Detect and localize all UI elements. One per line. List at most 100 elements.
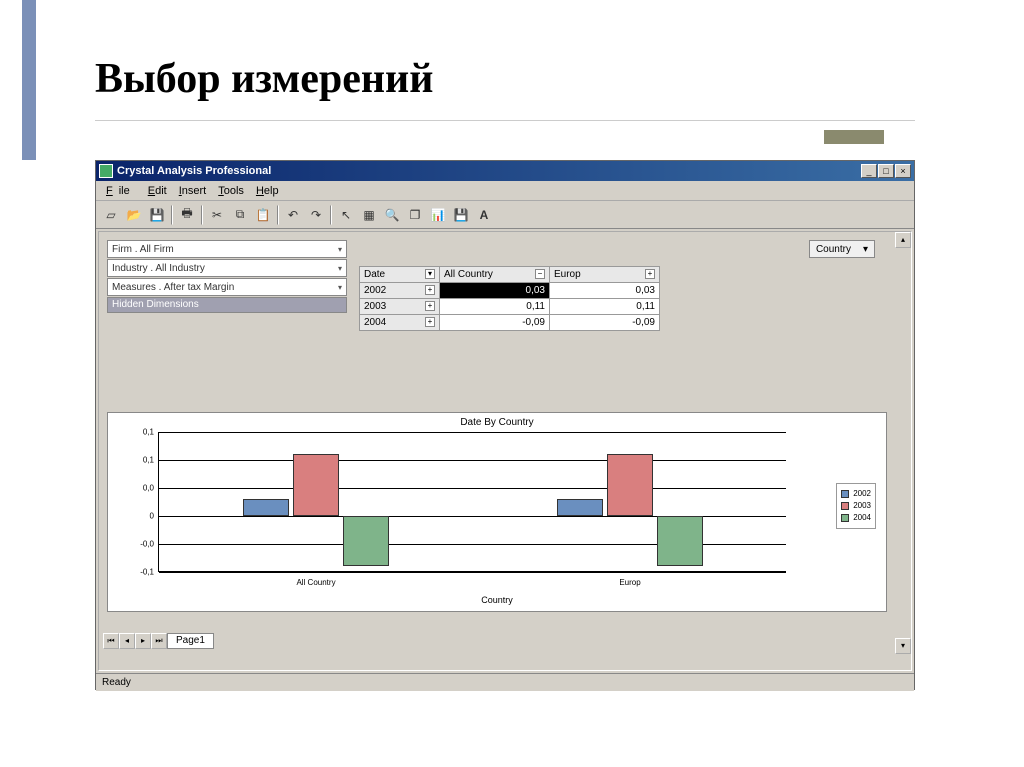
titlebar: Crystal Analysis Professional _ □ × xyxy=(96,161,914,181)
gridline xyxy=(159,432,786,433)
chart-title: Date By Country xyxy=(108,413,886,432)
open-icon[interactable]: 📂 xyxy=(123,204,145,226)
expand-icon[interactable]: + xyxy=(645,269,655,279)
next-page-button[interactable]: ▸ xyxy=(135,633,151,649)
hidden-dimensions[interactable]: Hidden Dimensions xyxy=(107,297,347,313)
menu-edit[interactable]: Edit xyxy=(142,183,173,199)
legend-label: 2004 xyxy=(853,512,871,524)
dimension-measures[interactable]: Measures . After tax Margin▾ xyxy=(107,278,347,296)
separator-icon xyxy=(277,205,279,225)
toolbar: ▱ 📂 💾 🖶 ✂ ⧉ 📋 ↶ ↷ ↖ ▦ 🔍 ❐ 📊 💾 A xyxy=(96,201,914,229)
text-icon[interactable]: A xyxy=(473,204,495,226)
chart-bar xyxy=(293,454,339,516)
close-button[interactable]: × xyxy=(895,164,911,178)
undo-icon[interactable]: ↶ xyxy=(282,204,304,226)
print-icon[interactable]: 🖶 xyxy=(176,204,198,226)
chart-bar xyxy=(343,516,389,566)
new-icon[interactable]: ▱ xyxy=(100,204,122,226)
cell-value[interactable]: 0,03 xyxy=(440,283,550,299)
dimension-panel: Firm . All Firm▾ Industry . All Industry… xyxy=(107,240,347,313)
window-icon[interactable]: ❐ xyxy=(404,204,426,226)
vertical-scrollbar[interactable]: ▴ ▾ xyxy=(895,232,911,654)
expand-icon[interactable]: + xyxy=(425,285,435,295)
cut-icon[interactable]: ✂ xyxy=(206,204,228,226)
y-tick-label: -0,1 xyxy=(124,568,154,577)
dimension-firm[interactable]: Firm . All Firm▾ xyxy=(107,240,347,258)
chart-bar xyxy=(607,454,653,516)
chart-plot: -0,1-0,000,00,10,1All CountryEurop xyxy=(158,432,786,572)
row-year[interactable]: 2004+ xyxy=(360,315,440,331)
prev-page-button[interactable]: ◂ xyxy=(119,633,135,649)
row-year[interactable]: 2002+ xyxy=(360,283,440,299)
column-date[interactable]: Date▾ xyxy=(360,267,440,283)
column-all-country[interactable]: All Country− xyxy=(440,267,550,283)
y-tick-label: 0,1 xyxy=(124,456,154,465)
separator-icon xyxy=(330,205,332,225)
minimize-button[interactable]: _ xyxy=(861,164,877,178)
save-icon[interactable]: 💾 xyxy=(146,204,168,226)
x-tick-label: All Country xyxy=(296,578,335,587)
scroll-up-icon[interactable]: ▴ xyxy=(895,232,911,248)
zoom-icon[interactable]: 🔍 xyxy=(381,204,403,226)
maximize-button[interactable]: □ xyxy=(878,164,894,178)
expand-icon[interactable]: + xyxy=(425,301,435,311)
separator-icon xyxy=(201,205,203,225)
chevron-down-icon: ▾ xyxy=(863,244,868,255)
y-tick-label: 0,1 xyxy=(124,428,154,437)
expand-icon[interactable]: + xyxy=(425,317,435,327)
chart-bar xyxy=(657,516,703,566)
gridline xyxy=(159,460,786,461)
page-navigator: ⏮ ◂ ▸ ⏭ Page1 xyxy=(103,632,214,650)
y-tick-label: 0 xyxy=(124,512,154,521)
table-row: 2002+ 0,03 0,03 xyxy=(360,283,660,299)
table-row: 2003+ 0,11 0,11 xyxy=(360,299,660,315)
page-tab[interactable]: Page1 xyxy=(167,633,214,649)
last-page-button[interactable]: ⏭ xyxy=(151,633,167,649)
chevron-down-icon: ▾ xyxy=(338,264,342,273)
menu-insert[interactable]: Insert xyxy=(173,183,213,199)
column-europ[interactable]: Europ+ xyxy=(550,267,660,283)
disk-icon[interactable]: 💾 xyxy=(450,204,472,226)
accent-right xyxy=(824,130,884,144)
chevron-down-icon[interactable]: ▾ xyxy=(425,269,435,279)
menu-tools[interactable]: Tools xyxy=(212,183,250,199)
gridline xyxy=(159,572,786,573)
pointer-icon[interactable]: ↖ xyxy=(335,204,357,226)
gridline xyxy=(159,488,786,489)
cell-value[interactable]: -0,09 xyxy=(440,315,550,331)
app-icon xyxy=(99,164,113,178)
chart-icon[interactable]: 📊 xyxy=(427,204,449,226)
menubar: File Edit Insert Tools Help xyxy=(96,181,914,201)
country-dimension[interactable]: Country▾ xyxy=(809,240,875,258)
paste-icon[interactable]: 📋 xyxy=(252,204,274,226)
chart-bar xyxy=(243,499,289,516)
dimension-industry[interactable]: Industry . All Industry▾ xyxy=(107,259,347,277)
separator-icon xyxy=(171,205,173,225)
cell-value[interactable]: 0,03 xyxy=(550,283,660,299)
legend-label: 2002 xyxy=(853,488,871,500)
first-page-button[interactable]: ⏮ xyxy=(103,633,119,649)
slide-title: Выбор измерений xyxy=(95,55,433,103)
chart-legend: 200220032004 xyxy=(836,483,876,529)
cell-value[interactable]: 0,11 xyxy=(440,299,550,315)
chevron-down-icon: ▾ xyxy=(338,245,342,254)
copy-icon[interactable]: ⧉ xyxy=(229,204,251,226)
row-year[interactable]: 2003+ xyxy=(360,299,440,315)
scroll-down-icon[interactable]: ▾ xyxy=(895,638,911,654)
data-grid: Country▾ Date▾ All Country− Europ+ 2002+… xyxy=(359,240,879,331)
grid-icon[interactable]: ▦ xyxy=(358,204,380,226)
cell-value[interactable]: -0,09 xyxy=(550,315,660,331)
y-tick-label: 0,0 xyxy=(124,484,154,493)
menu-file[interactable]: File xyxy=(100,183,142,199)
cell-value[interactable]: 0,11 xyxy=(550,299,660,315)
chart-panel: Date By Country -0,1-0,000,00,10,1All Co… xyxy=(107,412,887,612)
legend-label: 2003 xyxy=(853,500,871,512)
accent-left xyxy=(22,0,36,160)
legend-item: 2002 xyxy=(841,488,871,500)
legend-item: 2004 xyxy=(841,512,871,524)
title-underline xyxy=(95,120,915,121)
collapse-icon[interactable]: − xyxy=(535,269,545,279)
workspace: ▴ ▾ Firm . All Firm▾ Industry . All Indu… xyxy=(98,231,912,671)
menu-help[interactable]: Help xyxy=(250,183,285,199)
redo-icon[interactable]: ↷ xyxy=(305,204,327,226)
